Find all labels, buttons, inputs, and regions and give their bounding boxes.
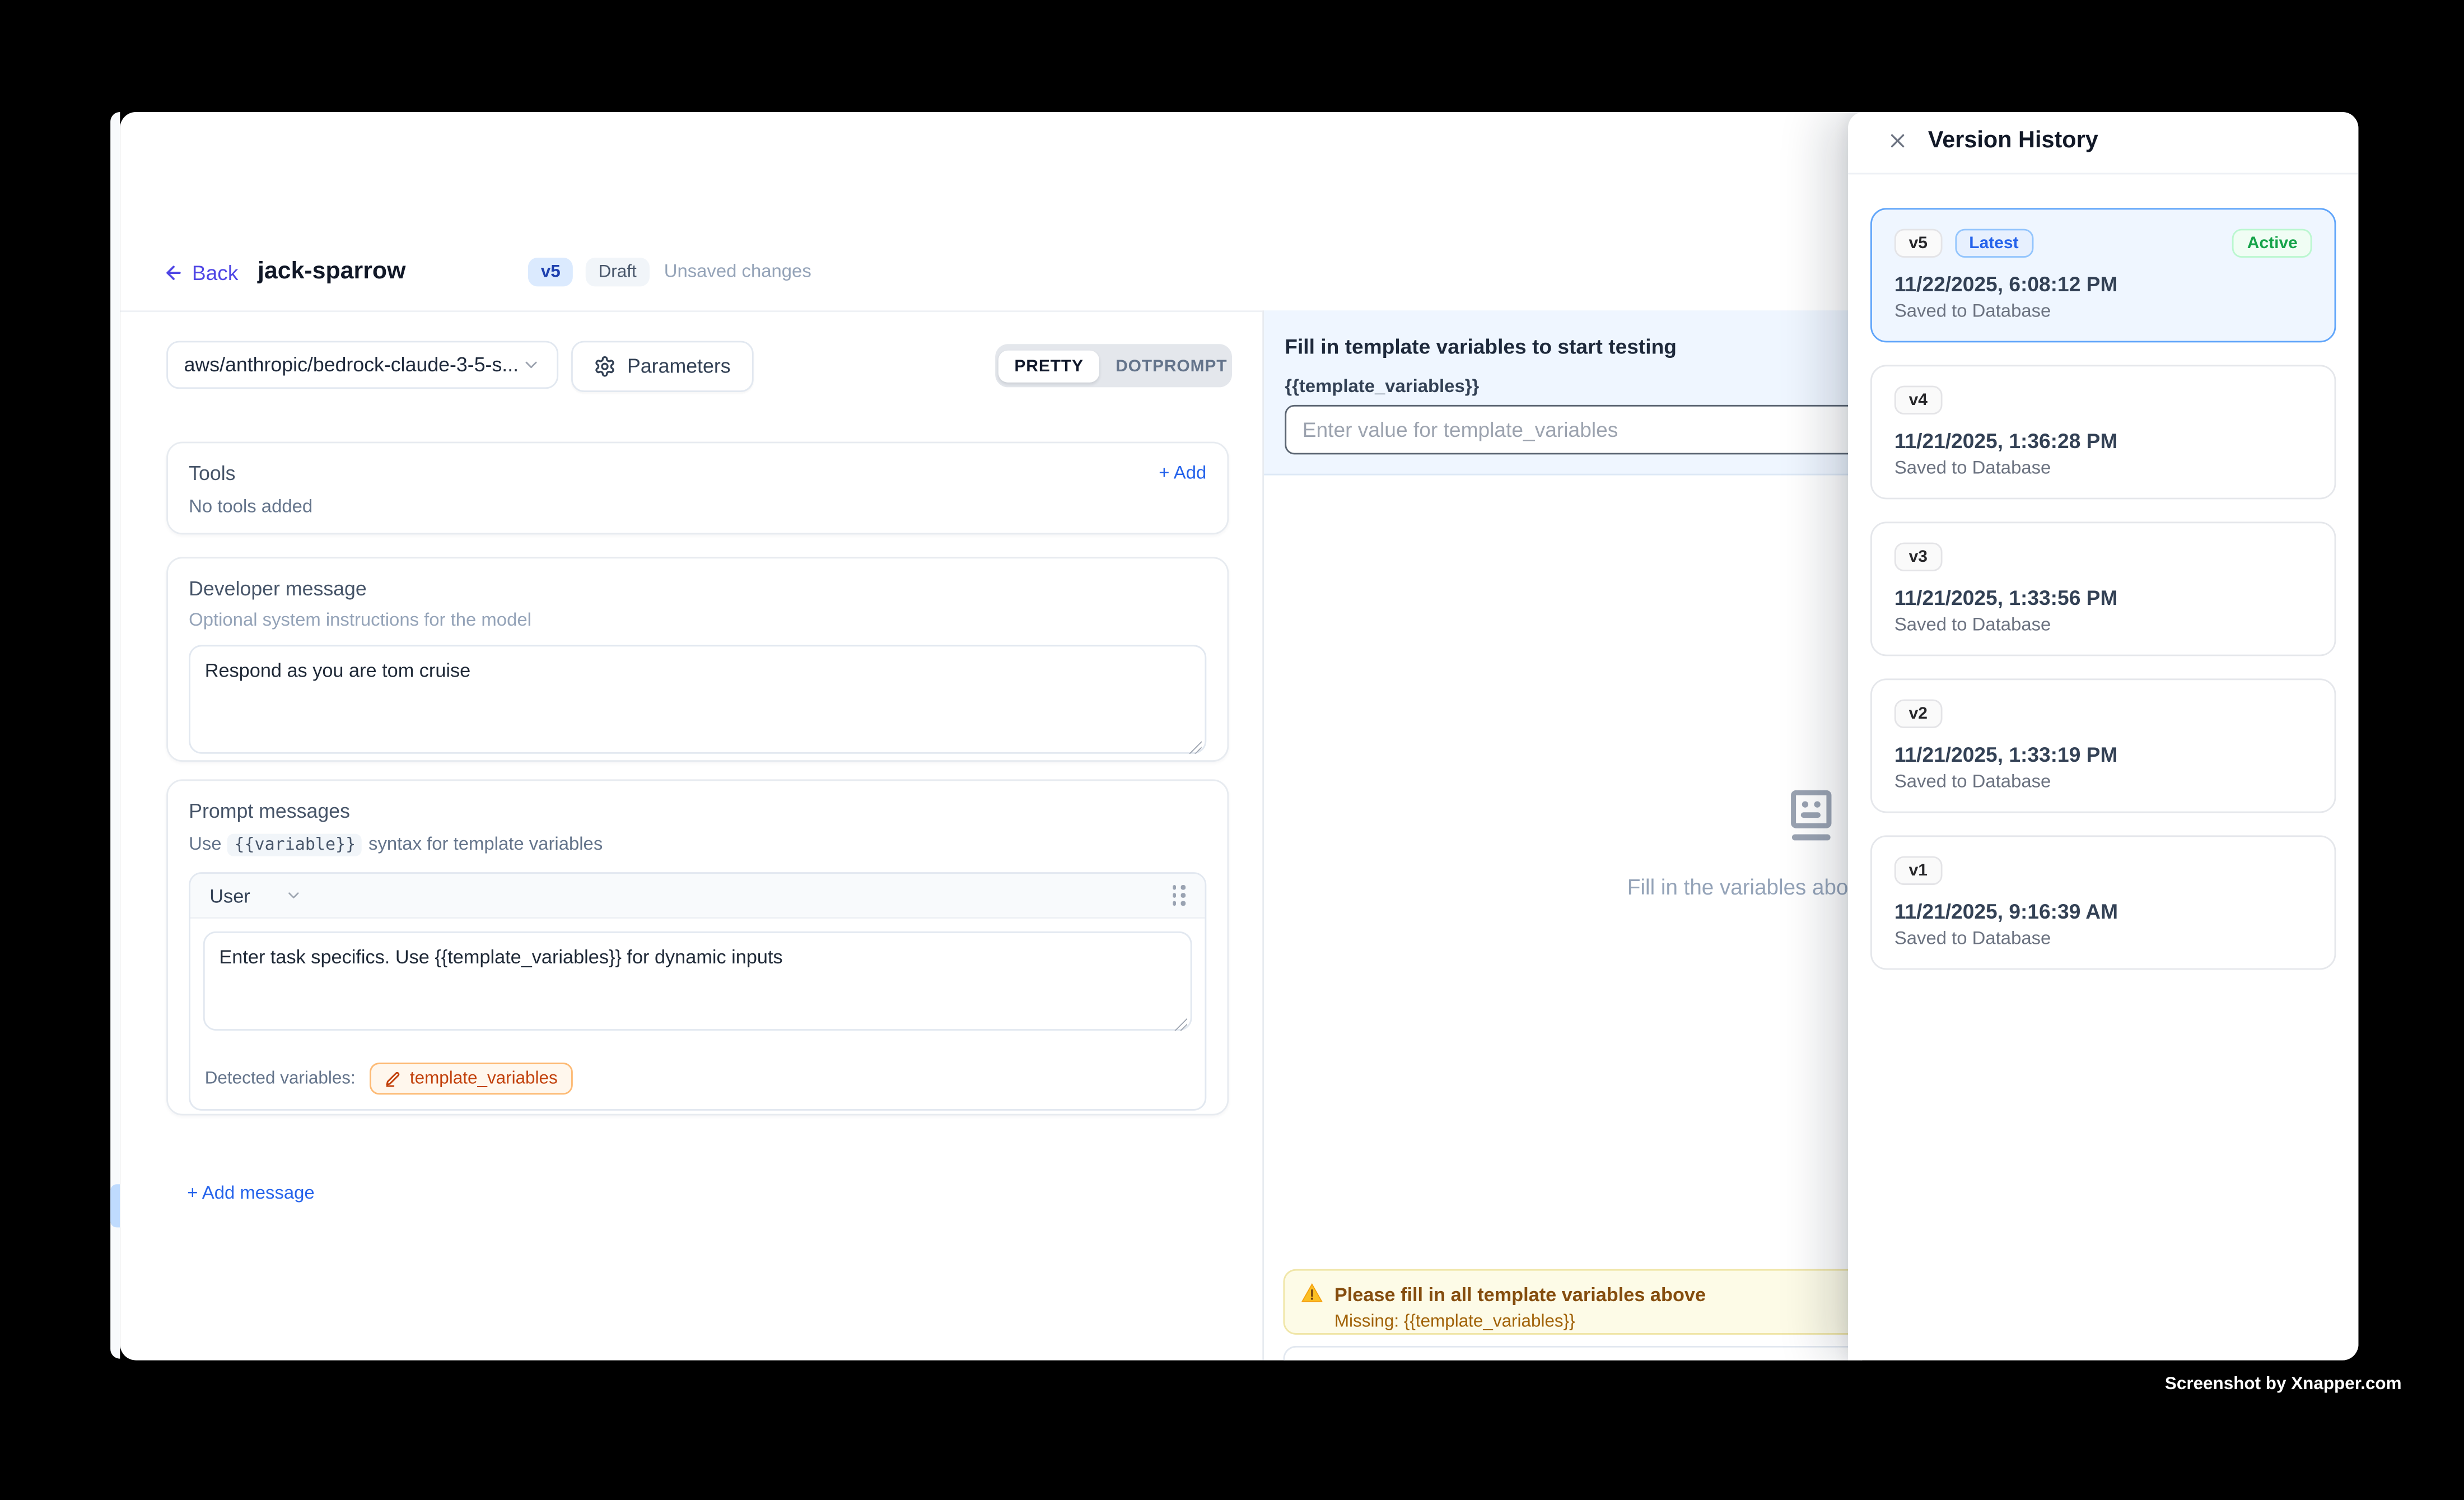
message-textarea[interactable]: Enter task specifics. Use {{template_var… bbox=[203, 931, 1192, 1031]
version-number-badge: v1 bbox=[1894, 856, 1942, 885]
prompt-syntax-hint: Use {{variable}} syntax for template var… bbox=[189, 834, 1206, 856]
version-card[interactable]: v2 11/21/2025, 1:33:19 PM Saved to Datab… bbox=[1870, 678, 2336, 813]
version-number-badge: v3 bbox=[1894, 543, 1942, 571]
variable-chip-label: template_variables bbox=[410, 1069, 558, 1088]
version-note: Saved to Database bbox=[1894, 302, 2312, 322]
robot-icon bbox=[1781, 784, 1842, 855]
hint-suffix: syntax for template variables bbox=[368, 835, 603, 854]
unsaved-changes-label: Unsaved changes bbox=[664, 263, 811, 282]
version-card[interactable]: v1 11/21/2025, 9:16:39 AM Saved to Datab… bbox=[1870, 835, 2336, 970]
draft-badge: Draft bbox=[586, 258, 650, 287]
version-number-badge: v5 bbox=[1894, 229, 1942, 258]
version-badge: v5 bbox=[528, 258, 573, 287]
tools-empty-text: No tools added bbox=[189, 498, 1206, 517]
tools-card: Tools + Add No tools added bbox=[166, 442, 1229, 535]
detected-variables-row: Detected variables: template_variables bbox=[190, 1051, 1205, 1109]
model-select[interactable]: aws/anthropic/bedrock-claude-3-5-s... bbox=[166, 341, 558, 389]
prompt-messages-card: Prompt messages Use {{variable}} syntax … bbox=[166, 779, 1229, 1115]
version-note: Saved to Database bbox=[1894, 459, 2312, 478]
active-badge: Active bbox=[2233, 229, 2312, 258]
toggle-option-dotprompt[interactable]: DOTPROMPT bbox=[1100, 350, 1244, 381]
parameters-button[interactable]: Parameters bbox=[571, 341, 753, 392]
detected-variables-label: Detected variables: bbox=[205, 1069, 356, 1088]
template-variables-title: Fill in template variables to start test… bbox=[1285, 334, 1677, 358]
chevron-down-icon bbox=[521, 355, 540, 374]
format-toggle: PRETTY DOTPROMPT bbox=[995, 344, 1232, 387]
close-icon[interactable] bbox=[1887, 129, 1909, 152]
developer-message-title: Developer message bbox=[189, 577, 1206, 600]
template-variable-chip[interactable]: template_variables bbox=[370, 1063, 572, 1094]
panel-divider bbox=[1848, 173, 2358, 175]
version-history-header: Version History bbox=[1848, 112, 2358, 173]
message-block: User Enter task specifics. Use {{templat… bbox=[189, 872, 1206, 1111]
message-role-select[interactable]: User bbox=[209, 884, 250, 907]
add-tool-button[interactable]: + Add bbox=[1159, 464, 1206, 483]
prompt-messages-title: Prompt messages bbox=[189, 800, 1206, 823]
watermark-label: Screenshot by Xnapper.com bbox=[2165, 1375, 2402, 1394]
template-variable-name: {{template_variables}} bbox=[1285, 378, 1479, 397]
template-warning: Please fill in all template variables ab… bbox=[1283, 1269, 1862, 1335]
version-list: v5 Latest Active 11/22/2025, 6:08:12 PM … bbox=[1870, 208, 2336, 992]
edit-pencil-icon bbox=[384, 1070, 402, 1087]
version-card[interactable]: v3 11/21/2025, 1:33:56 PM Saved to Datab… bbox=[1870, 521, 2336, 656]
toggle-option-pretty[interactable]: PRETTY bbox=[998, 350, 1100, 381]
latest-badge: Latest bbox=[1955, 229, 2033, 258]
parameters-label: Parameters bbox=[627, 355, 731, 378]
version-timestamp: 11/21/2025, 9:16:39 AM bbox=[1894, 900, 2312, 924]
version-note: Saved to Database bbox=[1894, 616, 2312, 635]
version-history-panel: Version History v5 Latest Active 11/22/2… bbox=[1848, 112, 2358, 1361]
chat-input-stub[interactable] bbox=[1283, 1346, 1862, 1361]
version-number-badge: v2 bbox=[1894, 700, 1942, 728]
hint-prefix: Use bbox=[189, 835, 221, 854]
add-message-button[interactable]: + Add message bbox=[187, 1184, 314, 1203]
version-note: Saved to Database bbox=[1894, 930, 2312, 949]
warning-triangle-icon bbox=[1301, 1282, 1323, 1305]
version-timestamp: 11/21/2025, 1:33:56 PM bbox=[1894, 586, 2312, 610]
chevron-down-icon[interactable] bbox=[286, 887, 303, 904]
hint-code-chip: {{variable}} bbox=[228, 834, 362, 856]
model-select-value: aws/anthropic/bedrock-claude-3-5-s... bbox=[184, 353, 519, 376]
version-timestamp: 11/22/2025, 6:08:12 PM bbox=[1894, 272, 2312, 296]
app-window: Back jack-sparrow v5 Draft Unsaved chang… bbox=[120, 112, 2358, 1361]
page-title: jack-sparrow bbox=[258, 258, 405, 285]
developer-message-textarea[interactable]: Respond as you are tom cruise bbox=[189, 645, 1206, 753]
version-card[interactable]: v4 11/21/2025, 1:36:28 PM Saved to Datab… bbox=[1870, 365, 2336, 499]
back-button[interactable]: Back bbox=[163, 261, 238, 285]
message-header: User bbox=[190, 874, 1205, 919]
tools-title: Tools bbox=[189, 463, 235, 485]
version-history-title: Version History bbox=[1928, 128, 2098, 154]
warning-title: Please fill in all template variables ab… bbox=[1334, 1282, 1706, 1307]
version-timestamp: 11/21/2025, 1:36:28 PM bbox=[1894, 429, 2312, 453]
gear-icon bbox=[594, 355, 616, 378]
background-panel-sliver bbox=[110, 112, 120, 1359]
drag-handle-icon[interactable] bbox=[1172, 886, 1186, 906]
developer-message-subtitle: Optional system instructions for the mod… bbox=[189, 611, 1206, 630]
screenshot-stage: Back jack-sparrow v5 Draft Unsaved chang… bbox=[0, 0, 2464, 1500]
version-number-badge: v4 bbox=[1894, 386, 1942, 414]
version-card[interactable]: v5 Latest Active 11/22/2025, 6:08:12 PM … bbox=[1870, 208, 2336, 342]
background-panel-accent bbox=[110, 1184, 120, 1227]
back-arrow-icon bbox=[163, 263, 184, 283]
developer-message-card: Developer message Optional system instru… bbox=[166, 557, 1229, 762]
version-timestamp: 11/21/2025, 1:33:19 PM bbox=[1894, 743, 2312, 767]
version-note: Saved to Database bbox=[1894, 773, 2312, 792]
warning-detail: Missing: {{template_variables}} bbox=[1334, 1313, 1845, 1332]
back-label: Back bbox=[192, 261, 239, 285]
